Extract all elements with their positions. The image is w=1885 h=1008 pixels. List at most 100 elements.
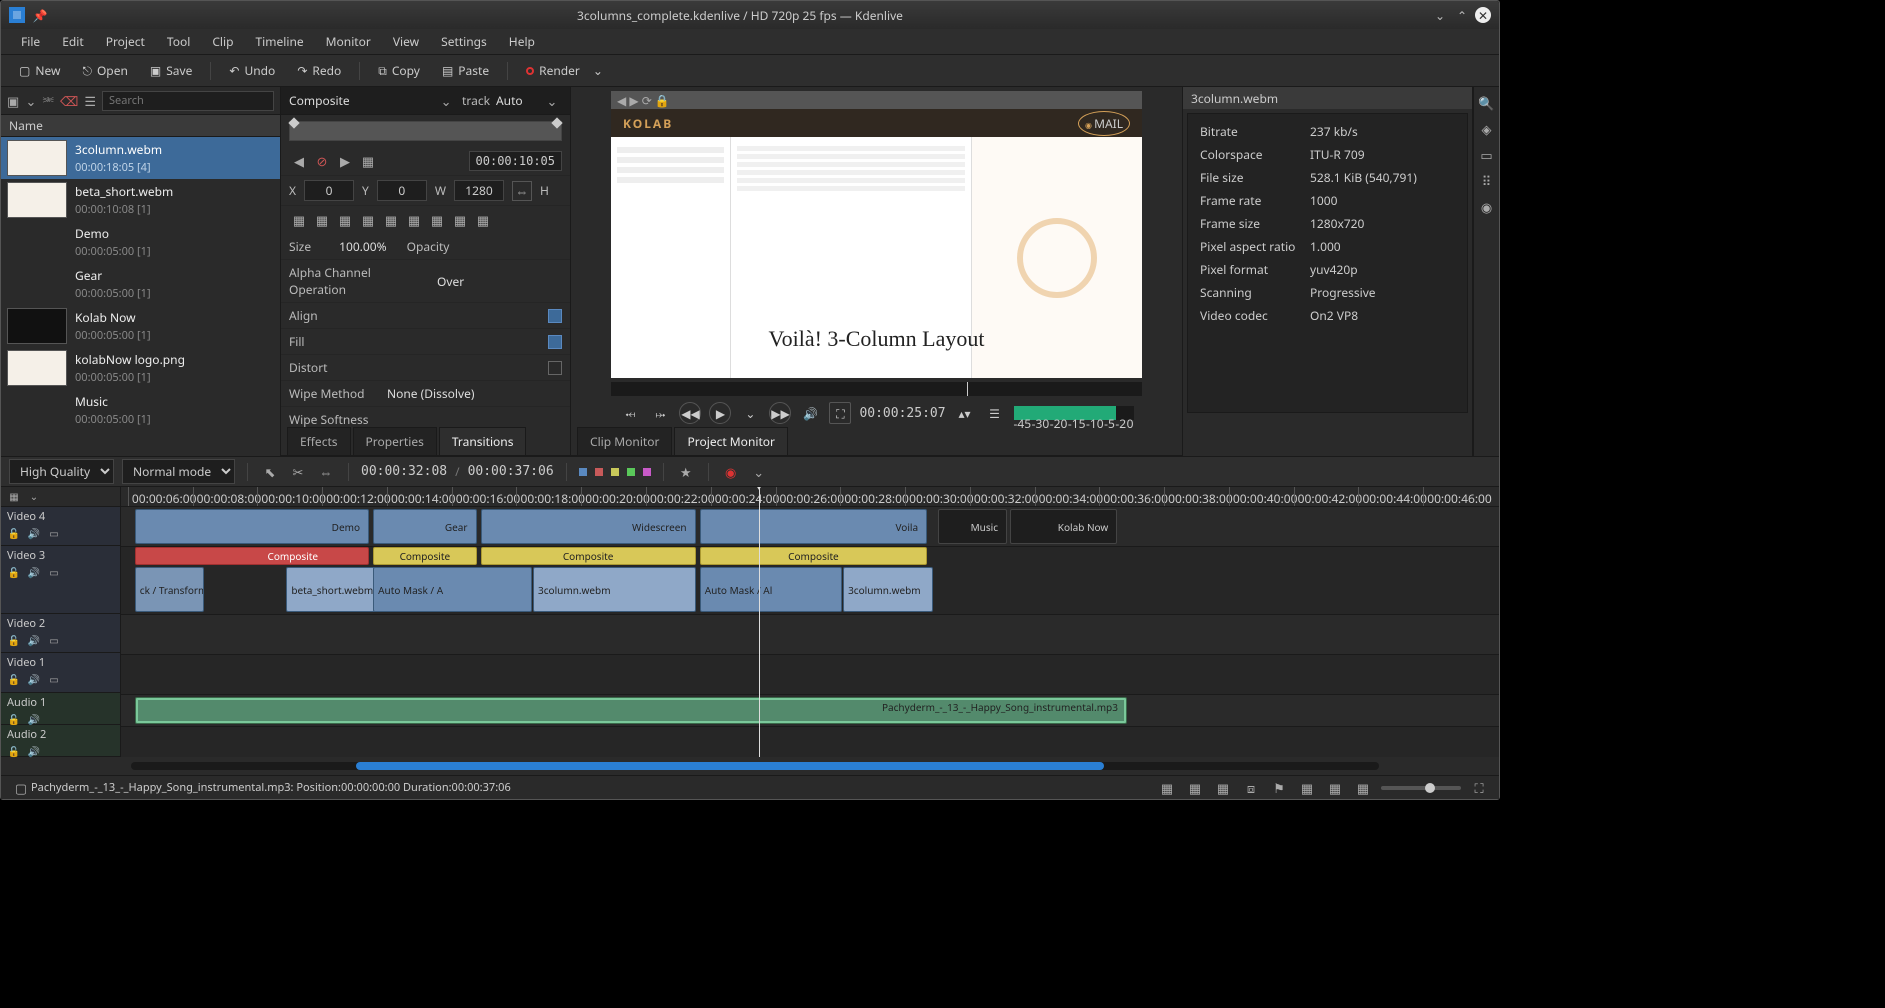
- bin-item[interactable]: Kolab Now00:00:05:00 [1]: [1, 305, 280, 347]
- menu-monitor[interactable]: Monitor: [316, 29, 381, 54]
- close-button[interactable]: ✕: [1475, 7, 1491, 23]
- search-input[interactable]: [102, 91, 274, 111]
- playhead[interactable]: [759, 487, 760, 757]
- delete-button[interactable]: ⌫: [60, 91, 78, 111]
- lane-video-4[interactable]: Demo Gear Widescreen Voila Music Kolab N…: [121, 507, 1499, 547]
- mute-icon[interactable]: 🔊: [27, 744, 41, 758]
- snap-icon[interactable]: ⧈: [1241, 778, 1261, 798]
- bin-item[interactable]: 3column.webm00:00:18:05 [4]: [1, 137, 280, 179]
- razor-tool-icon[interactable]: ✂: [288, 462, 308, 482]
- chevron-down-icon[interactable]: ⌄: [436, 91, 456, 111]
- layout-1-icon[interactable]: ▦: [1157, 778, 1177, 798]
- track-value[interactable]: Auto: [496, 92, 536, 109]
- grid-icon[interactable]: ⠿: [1477, 171, 1497, 191]
- marker-color-1[interactable]: [579, 468, 587, 476]
- track-header[interactable]: Audio 1🔓🔊: [1, 693, 120, 725]
- monitor-ruler[interactable]: [611, 382, 1142, 396]
- volume-icon[interactable]: 🔊: [799, 402, 821, 424]
- marker-color-4[interactable]: [627, 468, 635, 476]
- forward-button[interactable]: ▶▶: [769, 402, 791, 424]
- menu-settings[interactable]: Settings: [431, 29, 497, 54]
- lock-icon[interactable]: 🔓: [7, 565, 21, 579]
- mute-icon[interactable]: 🔊: [27, 565, 41, 579]
- marker-color-3[interactable]: [611, 468, 619, 476]
- chevron-down-icon[interactable]: ⌄: [27, 489, 41, 503]
- zoom-handle[interactable]: [1425, 783, 1435, 793]
- monitor-icon[interactable]: ▭: [1477, 145, 1497, 165]
- hide-icon[interactable]: ▭: [47, 565, 61, 579]
- save-button[interactable]: ▣Save: [142, 58, 201, 83]
- track-header[interactable]: Video 1🔓🔊▭: [1, 653, 120, 693]
- alpha-select[interactable]: Over: [437, 273, 464, 290]
- align-vcenter-icon[interactable]: ▦: [381, 210, 401, 230]
- lock-icon[interactable]: 🔓: [7, 744, 21, 758]
- align-bottom-icon[interactable]: ▦: [404, 210, 424, 230]
- zone-end-icon[interactable]: ⤠: [649, 402, 671, 424]
- marker-color-5[interactable]: [643, 468, 651, 476]
- marker-icon[interactable]: ▦: [1353, 778, 1373, 798]
- quality-select[interactable]: High Quality: [9, 459, 114, 484]
- tab-project-monitor[interactable]: Project Monitor: [674, 427, 788, 455]
- mute-icon[interactable]: 🔊: [27, 712, 41, 726]
- maximize-button[interactable]: ⌃: [1453, 6, 1471, 24]
- effect-timecode[interactable]: 00:00:10:05: [469, 151, 562, 171]
- fullscreen-icon[interactable]: ⛶: [829, 402, 851, 424]
- scrollbar-thumb[interactable]: [356, 762, 1105, 770]
- favorite-icon[interactable]: ★: [676, 462, 696, 482]
- refresh-icon[interactable]: ◉: [1477, 197, 1497, 217]
- render-button[interactable]: Render⌄: [518, 58, 611, 83]
- fit-icon[interactable]: ▦: [427, 210, 447, 230]
- w-input[interactable]: [454, 180, 504, 201]
- pin-icon[interactable]: 📌: [31, 6, 49, 24]
- lane-audio-2[interactable]: [121, 727, 1499, 757]
- track-header[interactable]: Video 2🔓🔊▭: [1, 614, 120, 654]
- bin-column-header[interactable]: Name: [1, 115, 280, 137]
- add-folder-button[interactable]: ⎃: [43, 91, 54, 111]
- tab-properties[interactable]: Properties: [353, 427, 437, 455]
- minimize-button[interactable]: ⌄: [1431, 6, 1449, 24]
- menu-tool[interactable]: Tool: [157, 29, 200, 54]
- diamond-icon[interactable]: ◈: [1477, 119, 1497, 139]
- bin-item[interactable]: Gear00:00:05:00 [1]: [1, 263, 280, 305]
- add-clip-button[interactable]: ▣: [7, 91, 19, 111]
- bin-item[interactable]: Music00:00:05:00 [1]: [1, 389, 280, 431]
- mute-icon[interactable]: 🔊: [27, 633, 41, 647]
- align-right-icon[interactable]: ▦: [335, 210, 355, 230]
- spacer-tool-icon[interactable]: ⇔: [316, 462, 336, 482]
- align-top-icon[interactable]: ▦: [358, 210, 378, 230]
- mode-select[interactable]: Normal mode: [122, 459, 235, 484]
- preview-render-icon[interactable]: ◉: [721, 462, 741, 482]
- search-icon[interactable]: 🔍: [1477, 93, 1497, 113]
- prev-keyframe-icon[interactable]: ◀: [289, 151, 309, 171]
- menu-edit[interactable]: Edit: [52, 29, 93, 54]
- track-header[interactable]: Video 3🔓🔊▭: [1, 546, 120, 613]
- monitor-timecode[interactable]: 00:00:25:07: [859, 406, 945, 421]
- redo-button[interactable]: ↷Redo: [289, 58, 349, 83]
- open-button[interactable]: ⎋Open: [74, 58, 135, 83]
- link-icon[interactable]: ⇔: [512, 181, 532, 201]
- lock-icon[interactable]: 🔓: [7, 526, 21, 540]
- keyframe-slider[interactable]: [289, 121, 562, 141]
- bin-item[interactable]: kolabNow logo.png00:00:05:00 [1]: [1, 347, 280, 389]
- track-settings-icon[interactable]: ▦: [7, 489, 21, 503]
- tab-effects[interactable]: Effects: [287, 427, 351, 455]
- thumbnail-icon[interactable]: ▦: [1297, 778, 1317, 798]
- paste-button[interactable]: ▤Paste: [434, 58, 497, 83]
- hide-icon[interactable]: ▭: [47, 672, 61, 686]
- pointer-tool-icon[interactable]: ⬉: [260, 462, 280, 482]
- zoom-slider[interactable]: [1381, 786, 1461, 790]
- monitor-display[interactable]: ◀ ▶ ⟳ 🔒 KOLAB ◉ MAIL Voilà! 3-Column Lay…: [611, 91, 1142, 378]
- align-hcenter-icon[interactable]: ▦: [312, 210, 332, 230]
- lock-icon[interactable]: 🔓: [7, 633, 21, 647]
- fit-zoom-icon[interactable]: ⛶: [1469, 778, 1489, 798]
- fit-height-icon[interactable]: ▦: [473, 210, 493, 230]
- fill-checkbox[interactable]: [548, 335, 562, 349]
- size-value[interactable]: 100.00%: [339, 238, 387, 255]
- lane-video-2[interactable]: [121, 615, 1499, 655]
- mute-icon[interactable]: 🔊: [27, 526, 41, 540]
- audio-thumb-icon[interactable]: ▦: [1325, 778, 1345, 798]
- keyframe-type-icon[interactable]: ▦: [358, 151, 378, 171]
- align-left-icon[interactable]: ▦: [289, 210, 309, 230]
- copy-button[interactable]: ⧉Copy: [370, 58, 428, 83]
- menu-file[interactable]: File: [11, 29, 50, 54]
